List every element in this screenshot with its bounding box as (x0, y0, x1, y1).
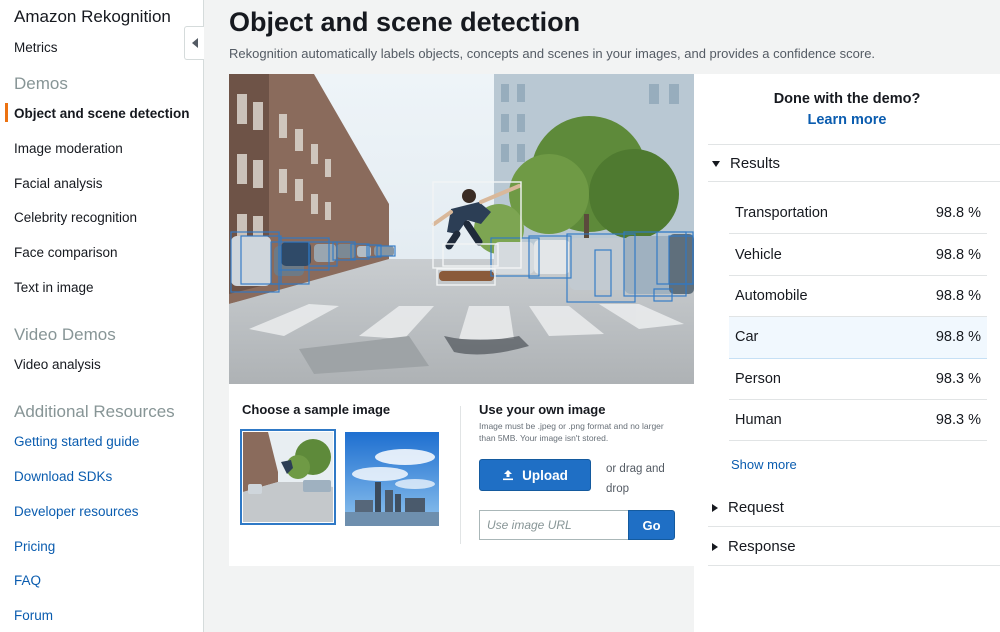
result-label: Car (735, 329, 759, 346)
result-score: 98.3 % (935, 412, 981, 429)
sample-image-skyline[interactable] (345, 432, 439, 526)
active-indicator (5, 103, 8, 122)
divider (708, 181, 1000, 182)
response-label: Response (728, 538, 796, 555)
sidebar-link-forum[interactable]: Forum (14, 608, 53, 623)
sidebar-item-object-scene-detection[interactable]: Object and scene detection (14, 106, 190, 121)
divider (708, 144, 1000, 145)
result-score: 98.8 % (935, 205, 981, 222)
caret-down-icon (712, 160, 720, 167)
sample-heading: Choose a sample image (242, 402, 391, 417)
demo-done-text: Done with the demo? (773, 91, 921, 107)
upload-button[interactable]: Upload (479, 459, 591, 491)
caret-right-icon (712, 542, 718, 551)
skyline-thumbnail (345, 432, 439, 526)
result-label: Person (735, 370, 781, 387)
sidebar-link-download-sdks[interactable]: Download SDKs (14, 469, 112, 484)
panel-divider (460, 406, 461, 544)
request-label: Request (728, 499, 784, 516)
caret-right-icon (712, 503, 718, 512)
image-url-input[interactable] (479, 510, 628, 540)
page-title: Object and scene detection (229, 7, 581, 37)
results-panel: Done with the demo? Learn more Results T… (694, 74, 1000, 632)
sidebar: Amazon Rekognition Metrics Demos Object … (0, 0, 204, 632)
sidebar-item-text-in-image[interactable]: Text in image (14, 280, 94, 295)
sidebar-link-getting-started[interactable]: Getting started guide (14, 434, 139, 449)
result-score: 98.8 % (935, 246, 981, 263)
divider (708, 526, 1000, 527)
result-row-person[interactable]: Person 98.3 % (729, 359, 987, 400)
result-row-human[interactable]: Human 98.3 % (729, 400, 987, 442)
upload-button-label: Upload (522, 467, 568, 483)
sidebar-link-faq[interactable]: FAQ (14, 573, 41, 588)
result-label: Human (735, 412, 782, 429)
sidebar-item-metrics[interactable]: Metrics (14, 40, 58, 55)
result-score: 98.8 % (935, 287, 981, 304)
results-section-toggle[interactable]: Results (712, 155, 780, 172)
divider (708, 565, 1000, 566)
sidebar-item-celebrity-recognition[interactable]: Celebrity recognition (14, 210, 137, 225)
street-scene-image (229, 74, 694, 384)
sidebar-item-facial-analysis[interactable]: Facial analysis (14, 176, 103, 191)
results-list: Transportation 98.8 % Vehicle 98.8 % Aut… (729, 193, 987, 442)
show-more-link[interactable]: Show more (731, 457, 797, 472)
analyzed-image (229, 74, 694, 384)
image-source-panel: Choose a sample image Use your own image… (229, 384, 694, 566)
sidebar-link-developer-resources[interactable]: Developer resources (14, 504, 139, 519)
chevron-left-icon (191, 38, 198, 48)
sidebar-item-video-analysis[interactable]: Video analysis (14, 357, 101, 372)
result-label: Vehicle (735, 246, 782, 263)
result-row-vehicle[interactable]: Vehicle 98.8 % (729, 234, 987, 276)
go-button[interactable]: Go (628, 510, 675, 540)
response-section-toggle[interactable]: Response (712, 538, 796, 555)
results-label: Results (730, 155, 781, 172)
sidebar-heading-demos: Demos (14, 74, 68, 93)
sidebar-item-face-comparison[interactable]: Face comparison (14, 245, 118, 260)
result-row-automobile[interactable]: Automobile 98.8 % (729, 276, 987, 318)
result-score: 98.8 % (935, 329, 981, 346)
sidebar-title[interactable]: Amazon Rekognition (14, 7, 171, 27)
result-score: 98.3 % (935, 370, 981, 387)
sidebar-heading-video-demos: Video Demos (14, 325, 116, 344)
drag-drop-text: or drag and drop (606, 463, 665, 495)
result-label: Transportation (735, 205, 828, 222)
sidebar-item-image-moderation[interactable]: Image moderation (14, 141, 123, 156)
upload-icon (502, 469, 514, 481)
sample-image-street[interactable] (240, 429, 336, 525)
upload-heading: Use your own image (479, 402, 606, 417)
result-label: Automobile (735, 287, 808, 304)
result-row-car[interactable]: Car 98.8 % (729, 317, 987, 359)
result-row-transportation[interactable]: Transportation 98.8 % (729, 193, 987, 235)
page-subtitle: Rekognition automatically labels objects… (229, 46, 876, 61)
sidebar-link-pricing[interactable]: Pricing (14, 539, 55, 554)
sidebar-heading-additional-resources: Additional Resources (14, 402, 175, 421)
collapse-sidebar-button[interactable] (184, 26, 204, 60)
street-thumbnail (243, 432, 333, 522)
learn-more-link[interactable]: Learn more (694, 112, 1000, 128)
upload-note: Image must be .jpeg or .png format and n… (479, 421, 664, 443)
request-section-toggle[interactable]: Request (712, 499, 784, 516)
